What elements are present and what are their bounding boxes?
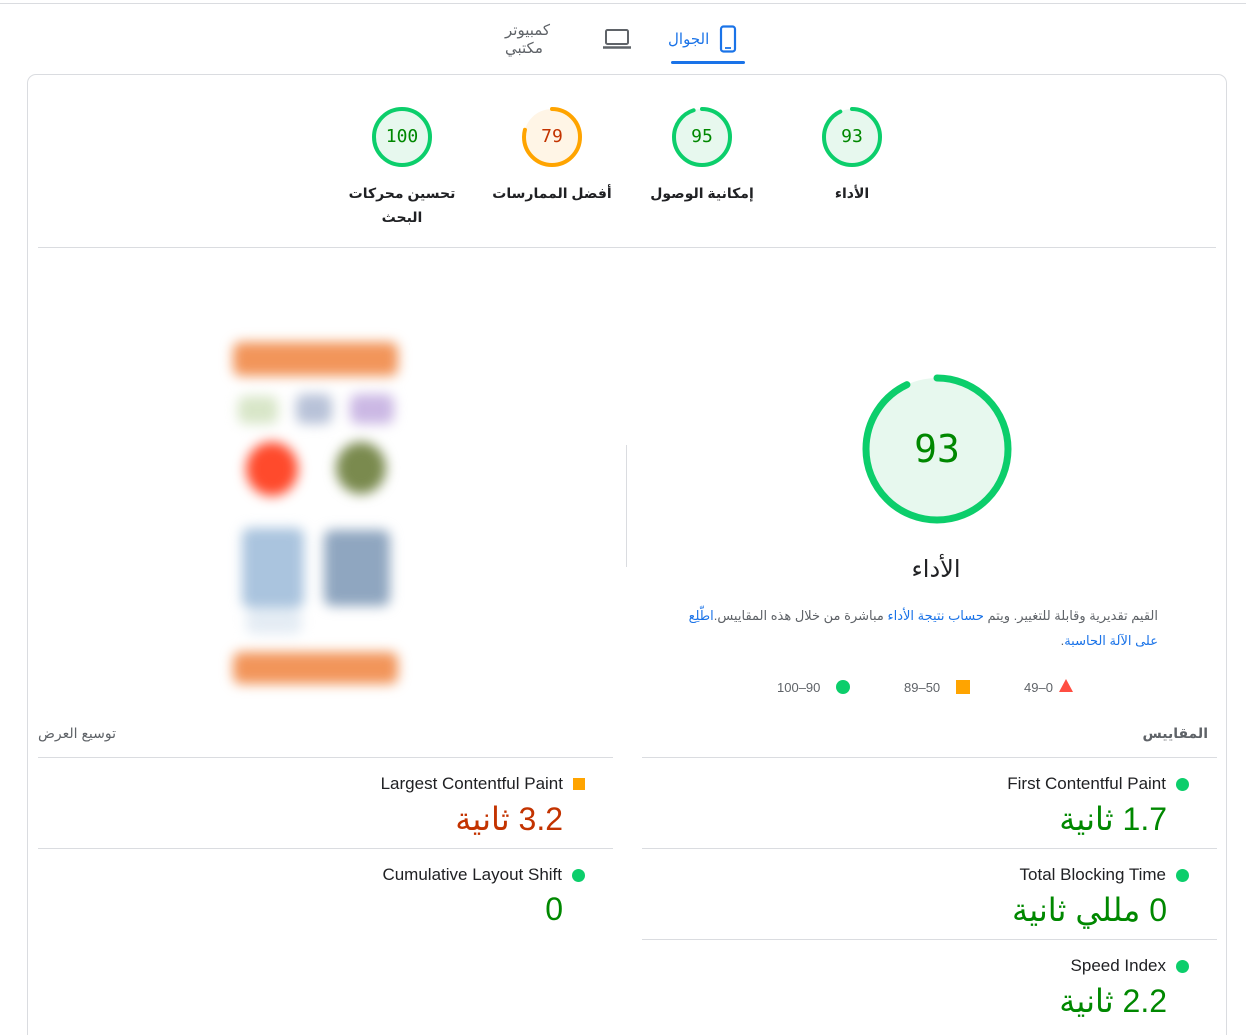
performance-gauge: 93 — [861, 373, 1013, 525]
performance-description: القيم تقديرية وقابلة للتغيير. ويتم حساب … — [688, 603, 1158, 653]
tab-desktop-label: كمبيوتر مكتبي — [505, 22, 551, 57]
pass-circle-icon — [1176, 777, 1189, 791]
gauge-score: 95 — [691, 126, 713, 147]
metric-speed-index: Speed Index 2.2 ثانية — [642, 939, 1217, 1030]
pass-circle-icon — [1176, 868, 1189, 882]
active-tab-indicator — [671, 61, 745, 64]
triangle-icon — [1058, 679, 1073, 695]
gauge-ring: 93 — [820, 105, 884, 169]
gauge-score: 93 — [841, 126, 863, 147]
gauge-label-line: تحسين محركات — [348, 185, 456, 201]
metric-value: 2.2 ثانية — [1059, 983, 1167, 1019]
gauge-ring: 95 — [670, 105, 734, 169]
metric-cls: Cumulative Layout Shift 0 — [38, 848, 613, 939]
page-screenshot-thumbnail[interactable] — [228, 330, 403, 690]
pass-circle-icon — [572, 868, 585, 882]
metric-name: Cumulative Layout Shift — [382, 865, 585, 885]
metric-fcp: First Contentful Paint 1.7 ثانية — [642, 757, 1217, 848]
square-icon — [956, 680, 971, 694]
smartphone-icon — [719, 25, 737, 53]
average-square-icon — [573, 778, 585, 790]
report-card: 93 الأداء 95 إمكانية الوصول 79 أفضل المم… — [27, 74, 1227, 1035]
device-tabs: الجوال كمبيوتر مكتبي — [0, 14, 1246, 66]
metric-name: First Contentful Paint — [1007, 774, 1189, 794]
tab-desktop[interactable]: كمبيوتر مكتبي — [505, 14, 632, 64]
tab-mobile[interactable]: الجوال — [668, 14, 745, 64]
gauge-best-practices[interactable]: 79 أفضل الممارسات — [492, 105, 612, 205]
metric-name-text: Largest Contentful Paint — [380, 774, 563, 793]
performance-score: 93 — [914, 427, 960, 471]
gauge-ring: 100 — [370, 105, 434, 169]
metric-value: 0 مللي ثانية — [1012, 892, 1167, 928]
legend-average-label: 89–50 — [904, 679, 941, 695]
performance-title: الأداء — [911, 556, 961, 583]
metric-value: 3.2 ثانية — [455, 801, 563, 837]
gauge-seo[interactable]: 100 تحسين محركات البحث — [342, 105, 462, 229]
section-divider — [38, 247, 1216, 248]
gauge-label-line: البحث — [381, 209, 423, 225]
metrics-heading: المقاييس — [1142, 725, 1208, 741]
metric-lcp: Largest Contentful Paint 3.2 ثانية — [38, 757, 613, 848]
laptop-icon — [602, 28, 632, 50]
metric-name-text: Cumulative Layout Shift — [382, 865, 562, 884]
desc-text: القيم تقديرية وقابلة للتغيير. ويتم — [983, 608, 1158, 623]
score-calc-link[interactable]: حساب نتيجة الأداء — [887, 608, 983, 623]
metric-name-text: Speed Index — [1070, 956, 1166, 975]
metric-value: 1.7 ثانية — [1059, 801, 1167, 837]
metric-name: Speed Index — [1071, 956, 1189, 976]
tab-mobile-label: الجوال — [668, 31, 710, 48]
metric-name: Total Blocking Time — [1020, 865, 1189, 885]
expand-view-toggle[interactable]: توسيع العرض — [38, 725, 158, 742]
category-gauges: 93 الأداء 95 إمكانية الوصول 79 أفضل المم… — [28, 105, 1228, 235]
top-divider — [0, 3, 1246, 4]
desc-text: مباشرة من خلال هذه المقاييس. — [713, 608, 888, 623]
circle-icon — [836, 680, 851, 694]
gauge-accessibility[interactable]: 95 إمكانية الوصول — [642, 105, 762, 205]
legend-pass-label: 100–90 — [777, 679, 821, 695]
gauge-score: 100 — [385, 126, 419, 147]
legend-fail-label: 49–0 — [1024, 679, 1053, 695]
gauge-label: تحسين محركات البحث — [342, 181, 462, 229]
gauge-score: 79 — [541, 126, 563, 147]
legend-average: 89–50 — [904, 677, 971, 697]
metric-tbt: Total Blocking Time 0 مللي ثانية — [642, 848, 1217, 939]
gauge-performance[interactable]: 93 الأداء — [792, 105, 912, 205]
gauge-label: الأداء — [834, 185, 870, 201]
metric-name: Largest Contentful Paint — [381, 774, 585, 794]
pass-circle-icon — [1176, 959, 1189, 973]
gauge-ring: 79 — [520, 105, 584, 169]
vertical-divider — [626, 445, 627, 567]
gauge-label: إمكانية الوصول — [650, 185, 754, 201]
gauge-label: أفضل الممارسات — [492, 185, 612, 201]
legend-pass: 100–90 — [777, 677, 851, 697]
metric-name-text: First Contentful Paint — [1007, 774, 1166, 793]
metric-value: 0 — [545, 891, 563, 927]
metric-name-text: Total Blocking Time — [1019, 865, 1166, 884]
legend-fail: 49–0 — [1024, 677, 1073, 697]
